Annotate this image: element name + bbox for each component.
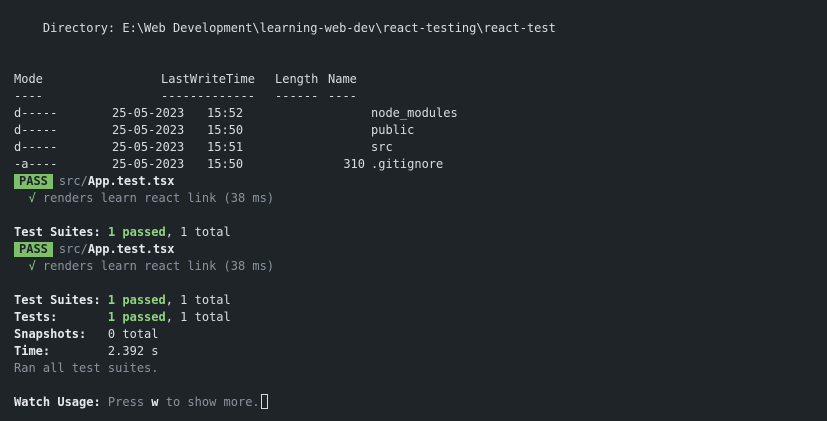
directory-line: Directory: E:\Web Development\learning-w… <box>14 21 556 35</box>
test-file-result: PASS src/App.test.tsx <box>14 241 827 258</box>
summary-tests-passed: 1 passed <box>107 310 166 324</box>
summary-snapshots-value: 0 total <box>107 327 159 341</box>
pass-badge: PASS <box>14 174 53 189</box>
row-name: node_modules <box>371 106 458 120</box>
underline-mode: ---- <box>14 89 43 103</box>
row-time: 15:50 <box>207 123 244 137</box>
watch-rest-text: to show more. <box>158 395 260 409</box>
watch-usage-prompt[interactable]: Watch Usage: Press w to show more. <box>14 394 827 411</box>
test-case-line: √ renders learn react link (38 ms) <box>14 258 827 275</box>
test-file-name: App.test.tsx <box>87 242 175 256</box>
header-name: Name <box>328 72 357 86</box>
row-mode: d----- <box>14 140 58 154</box>
row-date: 25-05-2023 <box>112 123 185 137</box>
row-name: .gitignore <box>371 157 444 171</box>
underline-lastwritetime: ------------- <box>161 89 255 103</box>
summary-time-value: 2.392 s <box>107 344 159 358</box>
test-file-dir: src/ <box>58 174 88 188</box>
check-icon: √ <box>28 259 36 273</box>
row-time: 15:52 <box>207 106 244 120</box>
header-lastwritetime: LastWriteTime <box>161 72 255 86</box>
summary-snapshots: Snapshots: 0 total <box>14 326 827 343</box>
header-length: Length <box>275 72 319 86</box>
test-suites-passed: 1 passed <box>107 225 166 239</box>
summary-time: Time: 2.392 s <box>14 343 827 360</box>
test-suites-total: , 1 total <box>165 225 231 239</box>
pass-badge: PASS <box>14 242 53 257</box>
test-file-name: App.test.tsx <box>87 174 175 188</box>
row-mode: -a---- <box>14 157 58 171</box>
text-cursor[interactable] <box>260 394 268 409</box>
test-case-desc: renders learn react link (38 ms) <box>42 191 275 205</box>
summary-test-suites: Test Suites: 1 passed, 1 total <box>14 292 827 309</box>
row-name: src <box>371 140 393 154</box>
test-suites-label: Test Suites: <box>14 225 101 239</box>
summary-suites-label: Test Suites: <box>14 293 108 307</box>
row-date: 25-05-2023 <box>112 106 185 120</box>
header-mode: Mode <box>14 72 43 86</box>
listing-row: d----- 25-05-2023 15:51 src <box>14 139 827 156</box>
watch-usage-label: Watch Usage: <box>14 395 101 409</box>
summary-tests: Tests: 1 passed, 1 total <box>14 309 827 326</box>
test-file-result: PASS src/App.test.tsx <box>14 173 827 190</box>
summary-suites-passed: 1 passed <box>107 293 166 307</box>
check-icon: √ <box>28 191 36 205</box>
row-mode: d----- <box>14 123 58 137</box>
underline-length: ------ <box>275 89 319 103</box>
underline-name: ---- <box>328 89 357 103</box>
test-suites-summary: Test Suites: 1 passed, 1 total <box>14 224 827 241</box>
watch-press-text: Press <box>100 395 152 409</box>
summary-tests-total: , 1 total <box>165 310 231 324</box>
summary-suites-total: , 1 total <box>165 293 231 307</box>
summary-time-label: Time: <box>14 344 108 358</box>
summary-tests-label: Tests: <box>14 310 108 324</box>
row-time: 15:50 <box>207 157 244 171</box>
listing-row: d----- 25-05-2023 15:50 public <box>14 122 827 139</box>
listing-underline: ---- ------------- ------ ---- <box>14 88 827 105</box>
row-date: 25-05-2023 <box>112 140 185 154</box>
ran-all-message: Ran all test suites. <box>14 361 159 375</box>
terminal-window[interactable]: Directory: E:\Web Development\learning-w… <box>0 0 827 421</box>
row-mode: d----- <box>14 106 58 120</box>
test-case-line: √ renders learn react link (38 ms) <box>14 190 827 207</box>
test-file-dir: src/ <box>58 242 88 256</box>
listing-row: -a---- 25-05-2023 15:50 310 .gitignore <box>14 156 827 173</box>
listing-row: d----- 25-05-2023 15:52 node_modules <box>14 105 827 122</box>
summary-snapshots-label: Snapshots: <box>14 327 108 341</box>
row-length: 310 <box>343 157 365 171</box>
listing-header: Mode LastWriteTime Length Name <box>14 71 827 88</box>
row-name: public <box>371 123 415 137</box>
row-time: 15:51 <box>207 140 244 154</box>
row-date: 25-05-2023 <box>112 157 185 171</box>
test-case-desc: renders learn react link (38 ms) <box>42 259 275 273</box>
watch-key: w <box>151 395 159 409</box>
